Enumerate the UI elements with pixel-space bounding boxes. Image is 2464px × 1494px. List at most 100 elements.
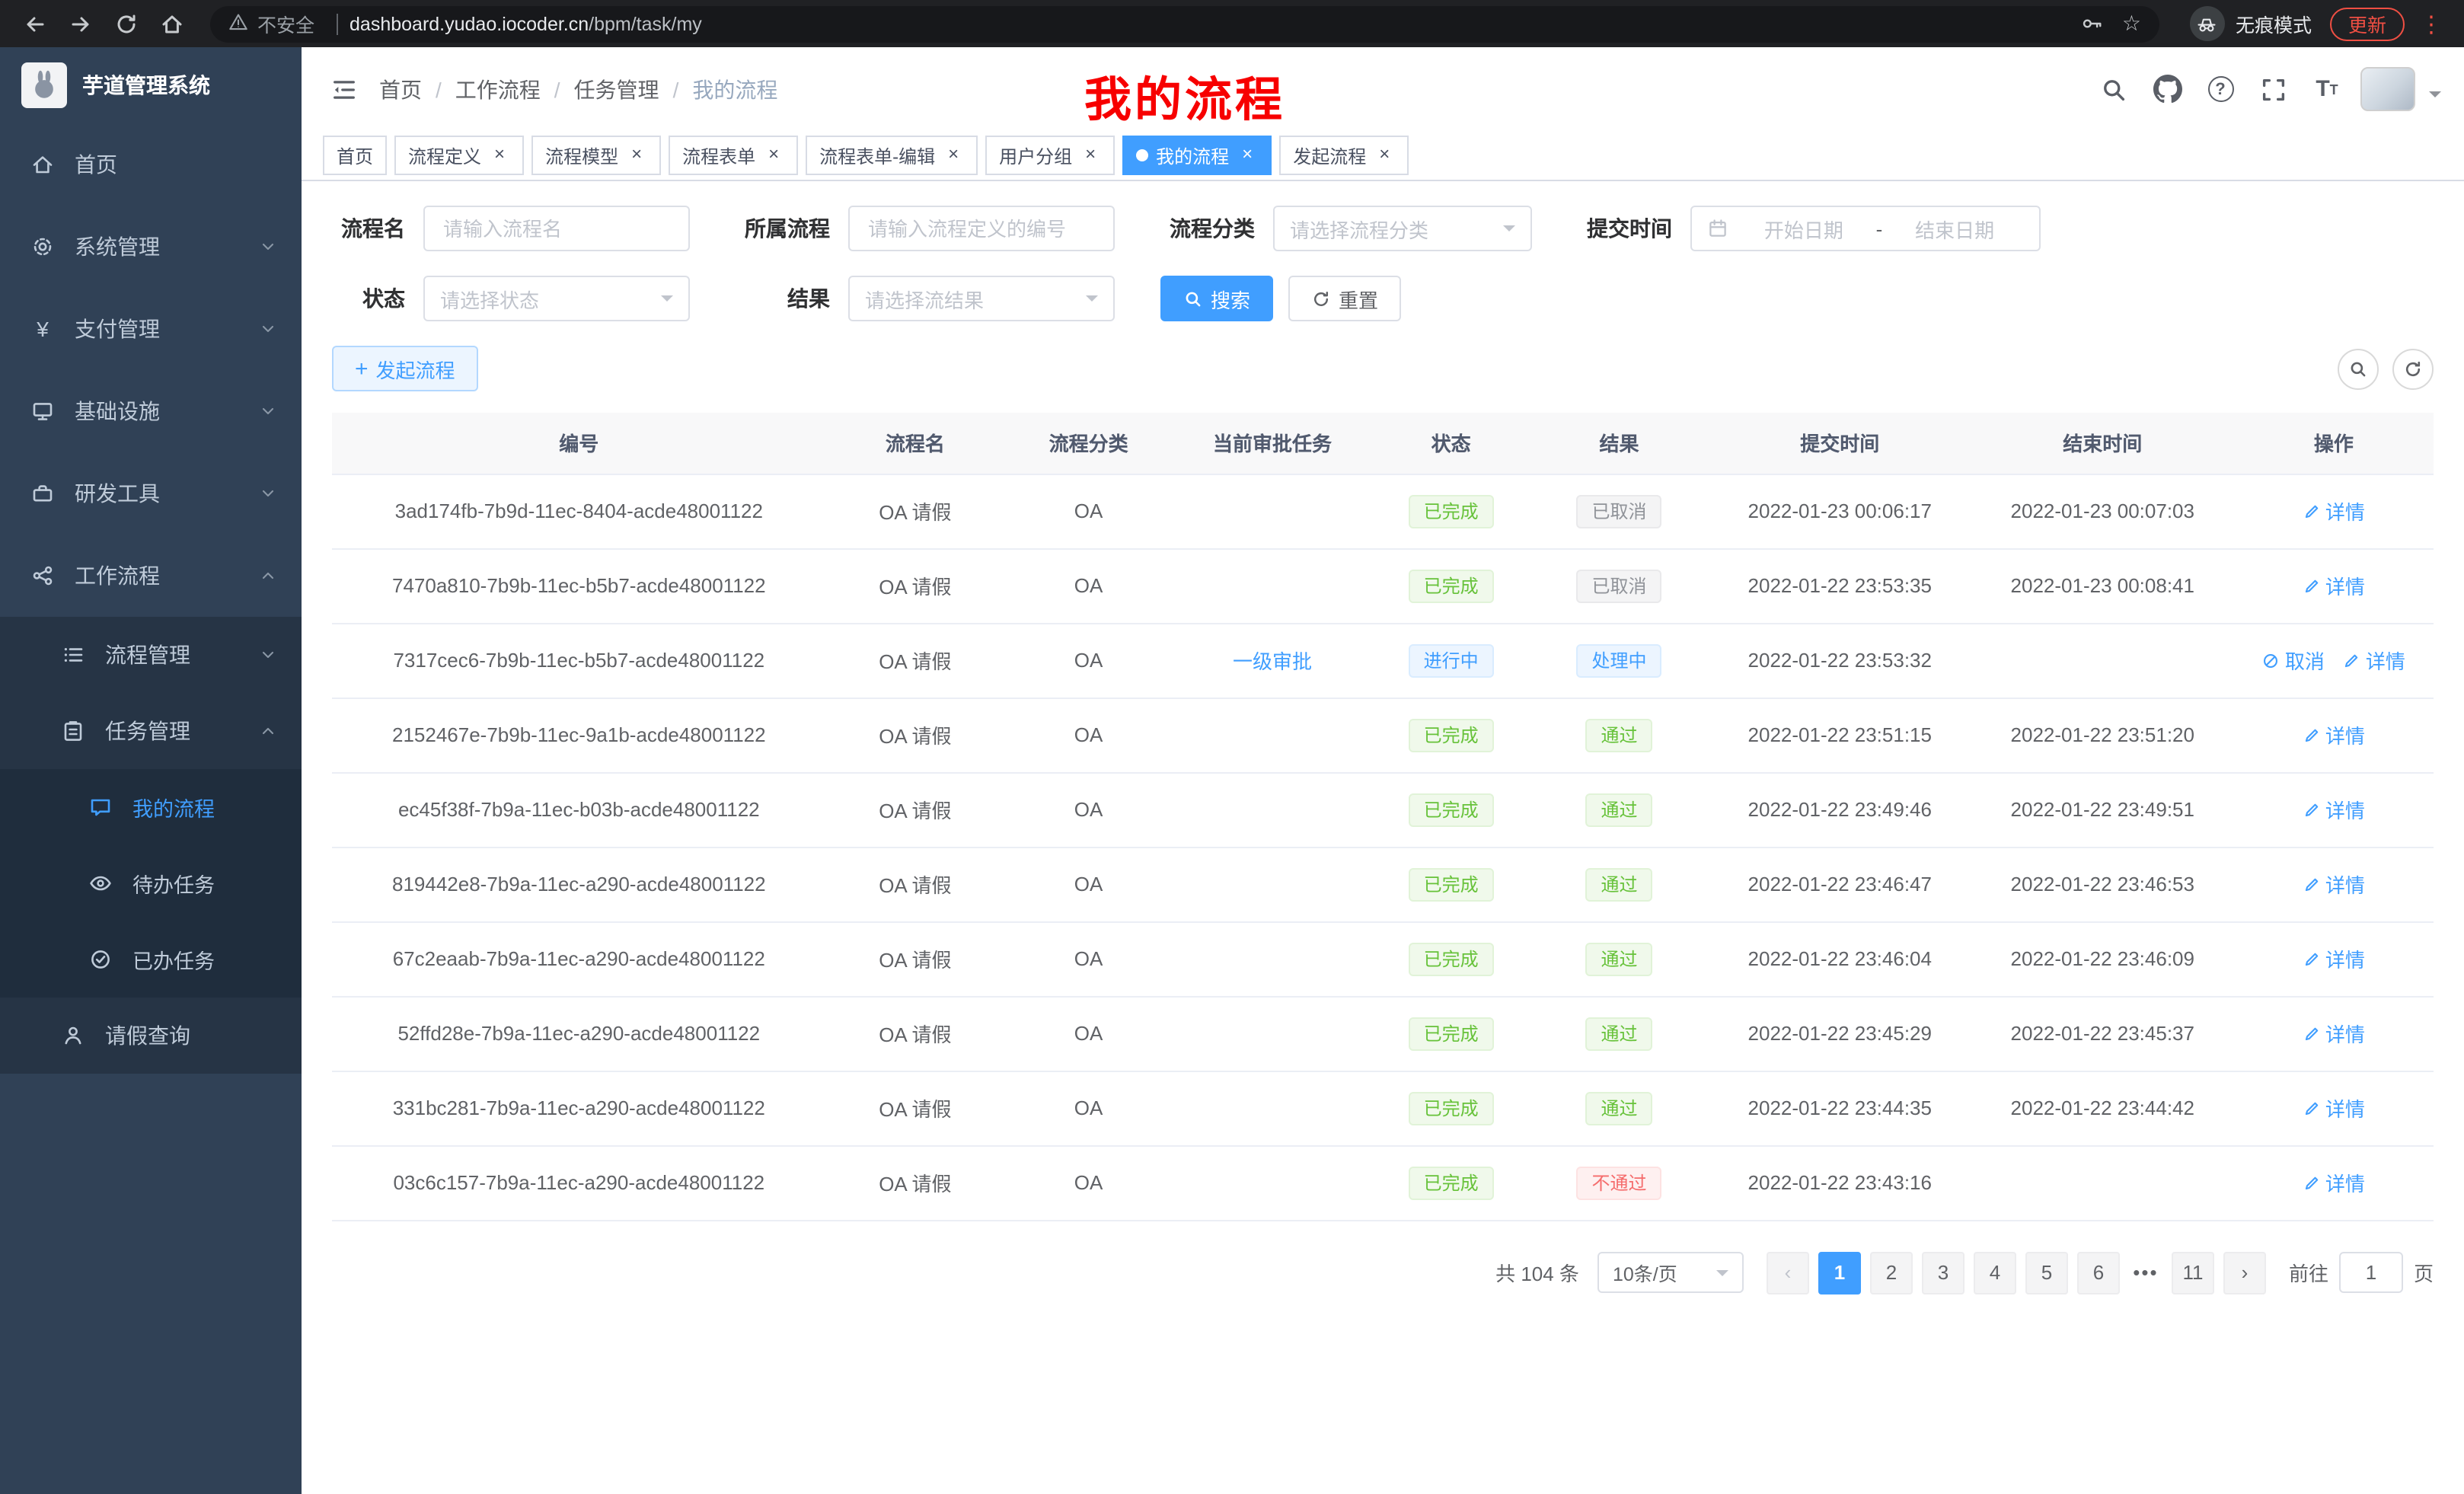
page-button[interactable]: 11 xyxy=(2172,1251,2214,1294)
page-button[interactable]: 1 xyxy=(1818,1251,1861,1294)
tab[interactable]: 我的流程× xyxy=(1122,136,1272,175)
update-button[interactable]: 更新 xyxy=(2330,7,2405,40)
star-icon[interactable]: ☆ xyxy=(2122,11,2141,37)
tab[interactable]: 流程模型× xyxy=(531,136,661,175)
cell-submit-time: 2022-01-22 23:46:47 xyxy=(1709,847,1971,921)
process-name-input[interactable] xyxy=(423,206,690,251)
detail-action[interactable]: 详情 xyxy=(2303,496,2365,525)
close-icon[interactable]: × xyxy=(1080,145,1101,166)
search-icon[interactable] xyxy=(2094,69,2134,109)
sidebar-item[interactable]: ¥支付管理 xyxy=(0,288,302,370)
breadcrumb-item[interactable]: 工作流程 xyxy=(455,74,541,104)
tab[interactable]: 首页 xyxy=(323,136,387,175)
sidebar-item[interactable]: 流程管理 xyxy=(0,617,302,693)
cell-result: 通过 xyxy=(1530,772,1709,847)
close-icon[interactable]: × xyxy=(489,145,510,166)
refresh-button[interactable] xyxy=(2392,348,2434,389)
tab[interactable]: 流程表单× xyxy=(669,136,798,175)
page-button[interactable]: 6 xyxy=(2077,1251,2120,1294)
search-button[interactable]: 搜索 xyxy=(1160,276,1273,321)
cell-submit-time: 2022-01-22 23:53:35 xyxy=(1709,548,1971,623)
submit-time-range-input[interactable]: 开始日期 - 结束日期 xyxy=(1690,206,2041,251)
detail-action[interactable]: 详情 xyxy=(2303,1168,2365,1197)
goto-page-input[interactable] xyxy=(2339,1252,2403,1293)
close-icon[interactable]: × xyxy=(763,145,784,166)
page-button[interactable]: 5 xyxy=(2025,1251,2068,1294)
forward-icon[interactable] xyxy=(61,4,101,43)
close-icon[interactable]: × xyxy=(1237,145,1258,166)
detail-action[interactable]: 详情 xyxy=(2303,870,2365,899)
tab[interactable]: 流程表单-编辑× xyxy=(806,136,978,175)
chevron-down-icon xyxy=(259,320,277,338)
page-button[interactable]: 2 xyxy=(1870,1251,1913,1294)
help-icon[interactable]: ? xyxy=(2201,69,2240,109)
close-icon[interactable]: × xyxy=(943,145,964,166)
category-select[interactable]: 请选择流程分类 xyxy=(1273,206,1532,251)
home-icon[interactable] xyxy=(152,4,192,43)
cell-end-time: 2022-01-22 23:51:20 xyxy=(1971,698,2234,772)
detail-action[interactable]: 详情 xyxy=(2303,1019,2365,1048)
cell-name: OA 请假 xyxy=(826,996,1005,1071)
detail-action[interactable]: 详情 xyxy=(2343,646,2405,675)
page-size-select[interactable]: 10条/页 xyxy=(1597,1252,1744,1293)
detail-action[interactable]: 详情 xyxy=(2303,720,2365,749)
status-tag: 已完成 xyxy=(1409,494,1494,528)
sidebar-item[interactable]: 我的流程 xyxy=(0,769,302,845)
detail-action[interactable]: 详情 xyxy=(2303,1093,2365,1122)
breadcrumb-separator: / xyxy=(436,77,442,101)
cell-category: OA xyxy=(1004,772,1173,847)
sidebar-item[interactable]: 已办任务 xyxy=(0,921,302,998)
next-page-button[interactable]: › xyxy=(2223,1251,2266,1294)
font-size-icon[interactable]: TT xyxy=(2307,69,2347,109)
create-process-button[interactable]: + 发起流程 xyxy=(332,346,478,391)
reset-button[interactable]: 重置 xyxy=(1288,276,1401,321)
tab[interactable]: 发起流程× xyxy=(1279,136,1409,175)
close-icon[interactable]: × xyxy=(1374,145,1395,166)
toggle-search-button[interactable] xyxy=(2338,348,2379,389)
back-icon[interactable] xyxy=(15,4,55,43)
active-dot xyxy=(1136,149,1148,161)
chevron-down-icon[interactable] xyxy=(2429,91,2441,103)
result-select[interactable]: 请选择流结果 xyxy=(848,276,1115,321)
github-icon[interactable] xyxy=(2147,69,2187,109)
sidebar-item[interactable]: 首页 xyxy=(0,123,302,206)
sidebar-item[interactable]: 研发工具 xyxy=(0,452,302,535)
page-button[interactable]: 4 xyxy=(1974,1251,2016,1294)
sidebar-item-label: 我的流程 xyxy=(132,792,215,822)
close-icon[interactable]: × xyxy=(626,145,647,166)
sidebar-item[interactable]: 请假查询 xyxy=(0,998,302,1074)
page-button[interactable]: 3 xyxy=(1922,1251,1964,1294)
breadcrumb-item[interactable]: 首页 xyxy=(379,74,422,104)
tab[interactable]: 用户分组× xyxy=(985,136,1115,175)
sidebar-item[interactable]: 待办任务 xyxy=(0,845,302,921)
detail-action[interactable]: 详情 xyxy=(2303,944,2365,973)
cancel-action[interactable]: 取消 xyxy=(2262,646,2325,675)
sidebar-item[interactable]: 系统管理 xyxy=(0,206,302,288)
breadcrumb-item[interactable]: 任务管理 xyxy=(574,74,659,104)
cell-name: OA 请假 xyxy=(826,847,1005,921)
parent-process-input[interactable] xyxy=(848,206,1115,251)
prev-page-button[interactable]: ‹ xyxy=(1767,1251,1809,1294)
menu-kebab-icon[interactable]: ⋮ xyxy=(2420,10,2443,37)
task-link[interactable]: 一级审批 xyxy=(1233,646,1312,675)
sidebar-item[interactable]: 工作流程 xyxy=(0,535,302,617)
result-label: 结果 xyxy=(736,283,830,314)
detail-action[interactable]: 详情 xyxy=(2303,571,2365,600)
key-icon[interactable] xyxy=(2081,12,2104,35)
fullscreen-icon[interactable] xyxy=(2254,69,2293,109)
pager-ellipsis[interactable]: ••• xyxy=(2124,1261,2167,1284)
user-avatar[interactable] xyxy=(2360,67,2415,111)
status-select[interactable]: 请选择状态 xyxy=(423,276,690,321)
chevron-down-icon xyxy=(661,295,673,308)
reload-icon[interactable] xyxy=(107,4,146,43)
sidebar-fold-icon[interactable] xyxy=(324,69,364,109)
sidebar-item[interactable]: 基础设施 xyxy=(0,370,302,452)
status-tag: 已完成 xyxy=(1409,942,1494,975)
cell-category: OA xyxy=(1004,921,1173,996)
cell-name: OA 请假 xyxy=(826,474,1005,548)
detail-action[interactable]: 详情 xyxy=(2303,795,2365,824)
address-bar[interactable]: 不安全 dashboard.yudao.iocoder.cn/bpm/task/… xyxy=(210,5,2159,42)
tab[interactable]: 流程定义× xyxy=(394,136,524,175)
sidebar-item[interactable]: 任务管理 xyxy=(0,693,302,769)
cell-status: 已完成 xyxy=(1372,847,1530,921)
